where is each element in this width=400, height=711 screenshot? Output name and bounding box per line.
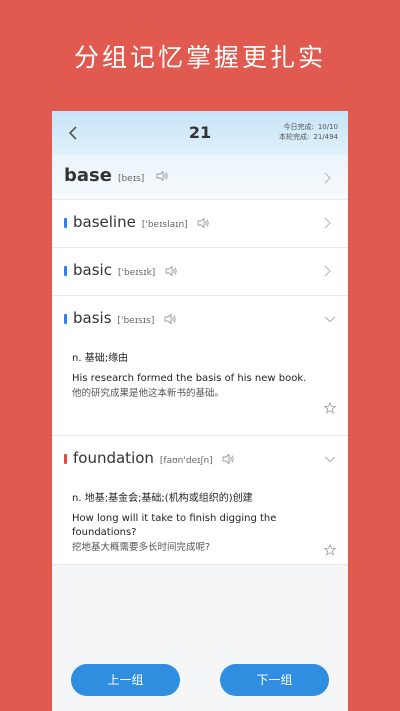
phone-screen: 21 今日完成: 10/10 本轮完成: 21/494 base [beɪs] xyxy=(52,111,348,711)
word-list: base [beɪs] baseline ['beɪslaɪn] basic [… xyxy=(52,155,348,565)
speaker-icon[interactable] xyxy=(197,217,210,228)
star-icon[interactable] xyxy=(324,402,336,414)
example-sentence: His research formed the basis of his new… xyxy=(72,373,307,384)
stat-today-value: 10/10 xyxy=(317,123,338,131)
speaker-icon[interactable] xyxy=(156,171,168,181)
example-sentence: How long will it take to finish digging … xyxy=(72,513,277,538)
word-detail: n. 基础;缘由 His research formed the basis o… xyxy=(52,349,348,400)
prev-group-button[interactable]: 上一组 xyxy=(71,664,180,696)
chevron-right-icon[interactable] xyxy=(322,265,332,277)
status-dot xyxy=(64,454,67,464)
word-row-baseline[interactable]: baseline ['beɪslaɪn] xyxy=(52,200,348,248)
top-bar: 21 今日完成: 10/10 本轮完成: 21/494 xyxy=(52,111,348,155)
phonetic: [faʊn'deɪʃn] xyxy=(159,456,213,466)
status-dot xyxy=(64,218,67,228)
word-detail: n. 地基;基金会;基础;(机构或组织的)创建 How long will it… xyxy=(52,489,348,554)
word-text: foundation xyxy=(73,449,154,467)
speaker-icon[interactable] xyxy=(164,313,176,324)
meaning: n. 地基;基金会;基础;(机构或组织的)创建 xyxy=(72,493,253,504)
word-row-basic[interactable]: basic ['beɪsɪk] xyxy=(52,248,348,296)
stat-round-label: 本轮完成: xyxy=(279,133,310,141)
stat-today-label: 今日完成: xyxy=(283,123,314,131)
status-dot xyxy=(64,314,67,324)
phonetic: ['beɪsɪs] xyxy=(117,316,155,326)
progress-stats: 今日完成: 10/10 本轮完成: 21/494 xyxy=(279,122,338,142)
star-icon[interactable] xyxy=(324,544,336,556)
status-dot xyxy=(64,266,67,276)
word-text: basic xyxy=(73,261,112,279)
word-row-foundation[interactable]: foundation [faʊn'deɪʃn] n. 地基;基金会;基础;(机构或… xyxy=(52,436,348,565)
chevron-down-icon[interactable] xyxy=(324,455,336,463)
word-row-base[interactable]: base [beɪs] xyxy=(52,155,348,200)
stat-round-value: 21/494 xyxy=(313,133,338,141)
speaker-icon[interactable] xyxy=(222,453,235,464)
example-translation: 他的研究成果是他这本新书的基础。 xyxy=(72,388,225,399)
meaning: n. 基础;缘由 xyxy=(72,353,129,364)
bottom-bar: 上一组 下一组 xyxy=(52,651,348,711)
stat-today: 今日完成: 10/10 xyxy=(279,122,338,132)
phonetic: [beɪs] xyxy=(117,174,145,184)
word-text: baseline xyxy=(73,213,136,231)
chevron-right-icon[interactable] xyxy=(322,217,332,229)
phonetic: ['beɪslaɪn] xyxy=(141,220,188,230)
speaker-icon[interactable] xyxy=(165,265,177,276)
word-text: base xyxy=(64,165,112,186)
example-translation: 挖地基大概需要多长时间完成呢? xyxy=(72,542,211,553)
word-text: basis xyxy=(73,309,112,327)
next-group-button[interactable]: 下一组 xyxy=(220,664,329,696)
word-row-basis[interactable]: basis ['beɪsɪs] n. 基础;缘由 His research for… xyxy=(52,296,348,436)
phonetic: ['beɪsɪk] xyxy=(117,268,156,278)
stat-round: 本轮完成: 21/494 xyxy=(279,132,338,142)
chevron-right-icon[interactable] xyxy=(322,172,332,184)
chevron-down-icon[interactable] xyxy=(324,315,336,323)
promo-banner-title: 分组记忆掌握更扎实 xyxy=(73,43,326,72)
